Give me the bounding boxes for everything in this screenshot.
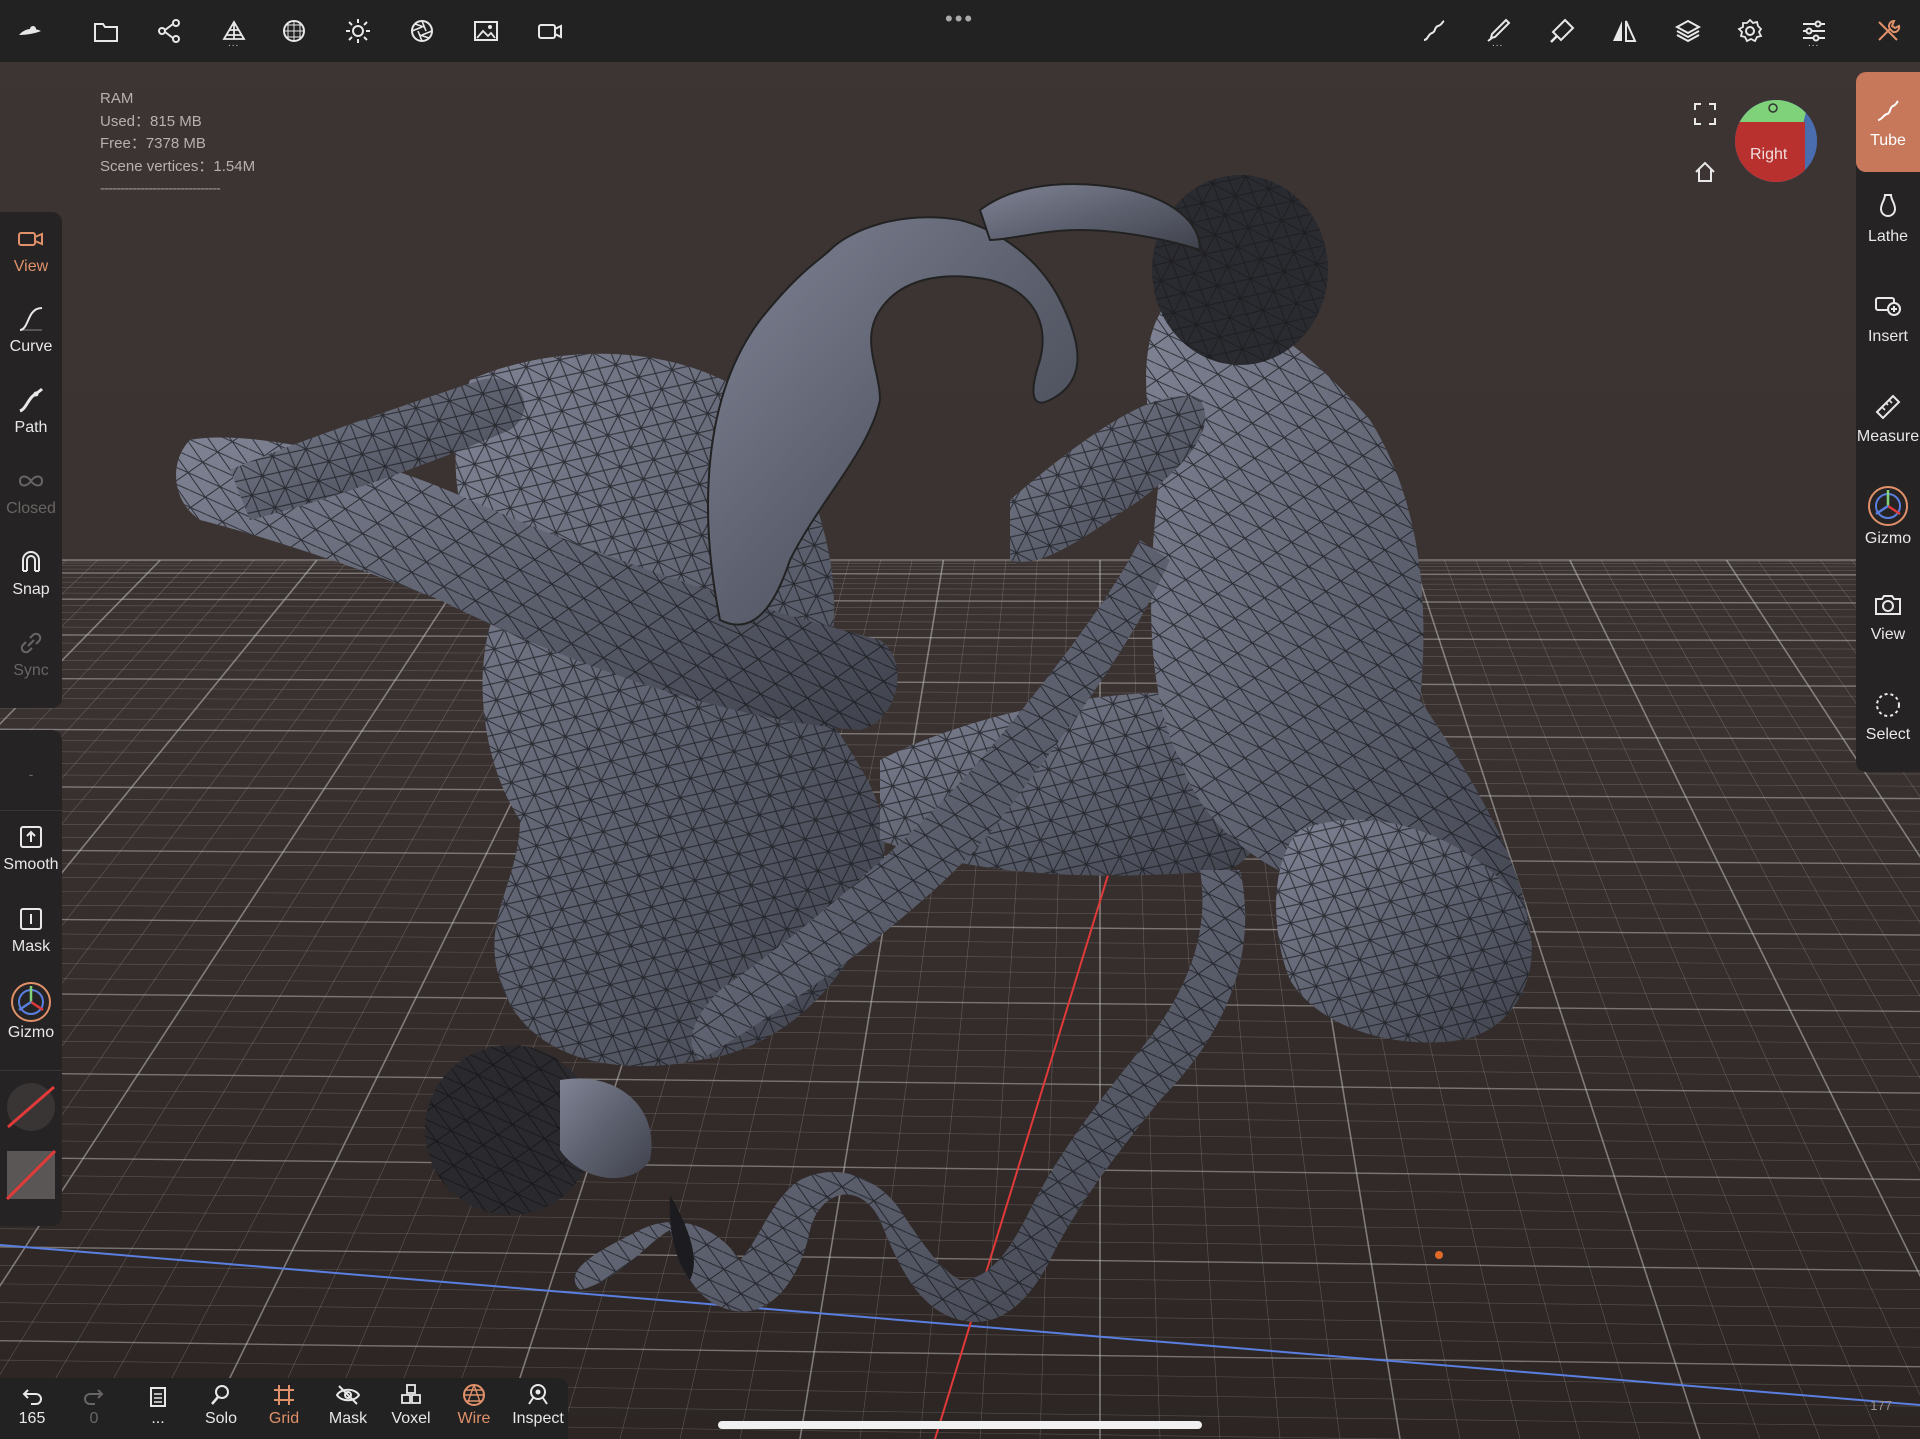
undo-button[interactable]: 165 xyxy=(2,1382,62,1428)
aperture-icon[interactable] xyxy=(402,11,442,51)
material-sphere-icon xyxy=(7,1083,55,1131)
home-icon xyxy=(1695,161,1715,182)
layers-icon[interactable] xyxy=(1668,11,1708,51)
scene-tree-icon[interactable] xyxy=(150,11,190,51)
panel-divider xyxy=(0,810,62,811)
smooth-icon xyxy=(20,826,42,848)
gizmo-button[interactable]: Gizmo xyxy=(0,980,62,1042)
ram-used: Used：815 MB xyxy=(100,112,202,130)
sliders-icon[interactable]: ... xyxy=(1794,11,1834,51)
folder-icon[interactable] xyxy=(86,11,126,51)
document-icon xyxy=(150,1387,166,1407)
ram-info: RAM Used：815 MB Free：7378 MB Scene verti… xyxy=(100,88,255,201)
camera-video-icon[interactable] xyxy=(530,11,570,51)
home-indicator[interactable] xyxy=(718,1421,1202,1429)
gizmo-tool-button[interactable]: Gizmo xyxy=(1856,484,1920,548)
3d-viewport[interactable] xyxy=(0,0,1920,1439)
tube-icon xyxy=(1877,100,1899,121)
stroke-icon[interactable] xyxy=(1414,11,1454,51)
corner-counter: 177 xyxy=(1870,1398,1892,1413)
camera-icon xyxy=(1875,595,1901,615)
grid-icon xyxy=(274,1385,294,1405)
measure-button[interactable]: Measure xyxy=(1856,392,1920,446)
view-button[interactable]: View xyxy=(0,224,62,276)
sun-icon[interactable] xyxy=(338,11,378,51)
mask-button[interactable]: Mask xyxy=(0,904,62,956)
scene-vertices: Scene vertices：1.54M xyxy=(100,157,256,175)
ram-divider: ------------------------------ xyxy=(100,180,221,197)
sphere-grid-icon[interactable] xyxy=(274,11,314,51)
fullscreen-icon xyxy=(1694,103,1716,125)
closed-button[interactable]: Closed xyxy=(0,466,62,518)
undo-icon xyxy=(22,1389,42,1405)
infinity-icon xyxy=(18,475,44,487)
viewport-canvas[interactable] xyxy=(0,0,1920,1439)
wire-icon xyxy=(463,1384,485,1406)
panel-marker: - xyxy=(28,766,34,782)
panel-divider xyxy=(0,1070,62,1071)
link-icon xyxy=(20,632,42,654)
inspect-button[interactable]: Inspect xyxy=(508,1382,568,1428)
ram-title: RAM xyxy=(100,90,134,107)
select-button[interactable]: Select xyxy=(1856,690,1920,744)
eye-off-icon xyxy=(335,1385,361,1405)
navigation-cube[interactable] xyxy=(1735,100,1817,182)
solo-button[interactable]: Solo xyxy=(191,1382,251,1428)
tools-icon[interactable] xyxy=(1868,11,1908,51)
tube-button[interactable]: Tube xyxy=(1856,72,1920,172)
lathe-icon xyxy=(1879,194,1897,217)
image-icon[interactable] xyxy=(466,11,506,51)
right-tool-panel: Tube Lathe Insert Measure Gizmo View Sel… xyxy=(1856,72,1920,772)
navcube-face-label: Right xyxy=(1750,146,1788,163)
mask-square-icon xyxy=(20,908,42,930)
topology-icon[interactable]: ... xyxy=(214,11,254,51)
paint-icon[interactable] xyxy=(1542,11,1582,51)
gizmo-icon xyxy=(1868,486,1908,526)
left-tool-panel: - Smooth Mask Gizmo xyxy=(0,730,62,1226)
symmetry-icon[interactable] xyxy=(1604,11,1644,51)
document-button[interactable]: ... xyxy=(128,1382,188,1428)
grid-button[interactable]: Grid xyxy=(254,1382,314,1428)
material-sphere-swatch[interactable] xyxy=(6,1082,56,1132)
voxel-icon xyxy=(401,1384,421,1404)
ruler-icon xyxy=(1875,394,1901,420)
snap-button[interactable]: Snap xyxy=(0,547,62,599)
redo-button[interactable]: 0 xyxy=(64,1382,124,1428)
select-circle-icon xyxy=(1876,693,1900,717)
inspect-icon xyxy=(528,1384,548,1405)
sync-button[interactable]: Sync xyxy=(0,628,62,680)
wire-button[interactable]: Wire xyxy=(444,1382,504,1428)
app-logo-icon[interactable] xyxy=(10,11,50,51)
fullscreen-button[interactable] xyxy=(1688,97,1722,131)
texture-swatch[interactable] xyxy=(5,1149,57,1201)
bottom-toolbar: 165 0 ... Solo Grid Mask Voxel Wire Insp… xyxy=(0,1378,568,1439)
top-toolbar: ... ••• ... ... xyxy=(0,0,1920,62)
camera-icon xyxy=(18,232,43,246)
smooth-button[interactable]: Smooth xyxy=(0,822,62,874)
mask-visibility-button[interactable]: Mask xyxy=(318,1382,378,1428)
pivot-point-marker xyxy=(1435,1251,1443,1259)
path-icon xyxy=(19,387,44,413)
ram-free: Free：7378 MB xyxy=(100,135,206,152)
search-icon xyxy=(211,1385,229,1405)
home-view-button[interactable] xyxy=(1688,155,1722,189)
top-ellipsis-menu[interactable]: ••• xyxy=(945,6,974,32)
insert-icon xyxy=(1875,297,1901,316)
magnet-icon xyxy=(22,551,40,572)
settings-icon[interactable] xyxy=(1730,11,1770,51)
brush-icon[interactable]: ... xyxy=(1478,11,1518,51)
view-tool-button[interactable]: View xyxy=(1856,590,1920,644)
path-button[interactable]: Path xyxy=(0,385,62,437)
lathe-button[interactable]: Lathe xyxy=(1856,192,1920,246)
left-curve-panel: View Curve Path Closed Snap Sync xyxy=(0,212,62,708)
texture-square-icon xyxy=(5,1149,57,1201)
redo-icon xyxy=(84,1389,104,1405)
insert-button[interactable]: Insert xyxy=(1856,292,1920,346)
viewport-background xyxy=(0,0,1920,1439)
curve-button[interactable]: Curve xyxy=(0,304,62,356)
gizmo-icon xyxy=(11,982,51,1022)
curve-icon xyxy=(19,307,43,331)
navcube-faces xyxy=(1735,100,1817,182)
voxel-button[interactable]: Voxel xyxy=(381,1382,441,1428)
